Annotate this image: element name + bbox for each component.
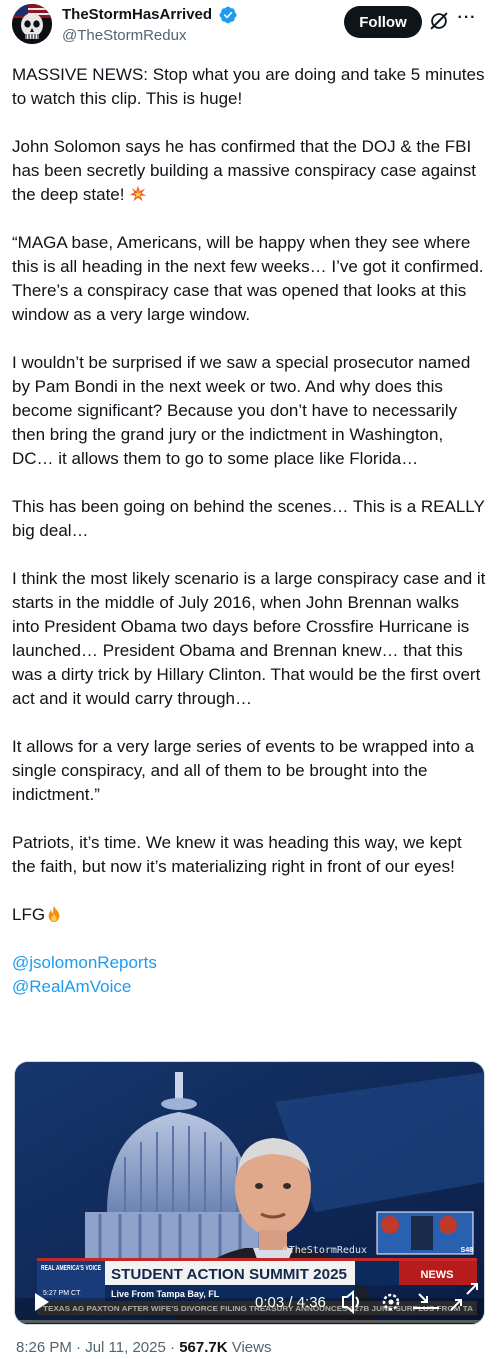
tweet-text: MASSIVE NEWS: Stop what you are doing an… xyxy=(12,63,488,999)
inset-stage-graphic xyxy=(376,1211,474,1255)
location-text: Live From Tampa Bay, FL xyxy=(111,1289,220,1299)
network-logo: REAL AMERICA'S VOICE xyxy=(41,1263,101,1272)
more-options-icon[interactable]: ··· xyxy=(455,9,479,31)
meta-separator: · xyxy=(170,1339,176,1356)
tweet-header: TheStormHasArrived @TheStormRedux Follow… xyxy=(0,0,500,56)
video-headline: STUDENT ACTION SUMMIT 2025 xyxy=(111,1266,347,1283)
tweet-paragraph: MASSIVE NEWS: Stop what you are doing an… xyxy=(12,65,485,108)
author-name[interactable]: TheStormHasArrived xyxy=(62,6,212,23)
tweet-date[interactable]: Jul 11, 2025 xyxy=(85,1339,166,1356)
video-timecode: 0:03 / 4:36 xyxy=(255,1294,326,1311)
tweet-paragraph: “MAGA base, Americans, will be happy whe… xyxy=(12,233,484,324)
news-badge: NEWS xyxy=(421,1269,454,1281)
time-badge: 5:27 PM CT xyxy=(43,1290,81,1297)
fire-emoji-icon xyxy=(48,905,60,923)
tweet-paragraph: This has been going on behind the scenes… xyxy=(12,497,485,540)
author-avatar[interactable] xyxy=(12,4,52,44)
view-count: 567.7K xyxy=(179,1339,228,1356)
grok-icon[interactable] xyxy=(428,10,450,32)
meta-separator: · xyxy=(76,1339,82,1356)
skull-flag-avatar-icon xyxy=(12,4,52,44)
tweet-paragraph: John Solomon says he has confirmed that … xyxy=(12,135,488,207)
progress-track[interactable] xyxy=(15,1320,485,1323)
verified-badge-icon xyxy=(219,6,237,24)
author-handle[interactable]: @TheStormRedux xyxy=(62,27,186,44)
tweet-paragraph: Patriots, it’s time. We knew it was head… xyxy=(12,833,462,876)
mention-link[interactable]: @jsolomonReports xyxy=(12,951,488,975)
tweet-meta: 8:26 PM · Jul 11, 2025 · 567.7K Views xyxy=(16,1339,271,1356)
tweet-paragraph-text: John Solomon says he has confirmed that … xyxy=(12,137,476,204)
progress-fill xyxy=(15,1320,21,1323)
inset-label: S48 xyxy=(461,1247,474,1254)
video-frame: S48 @TheStormRedux REAL AMERICA'S VOICE … xyxy=(15,1062,485,1324)
follow-button[interactable]: Follow xyxy=(344,6,422,38)
tweet-paragraph: It allows for a very large series of eve… xyxy=(12,737,475,804)
mention-link[interactable]: @RealAmVoice xyxy=(12,975,488,999)
views-label: Views xyxy=(231,1339,272,1356)
tweet-paragraph-text: LFG xyxy=(12,905,46,924)
collision-emoji-icon xyxy=(130,185,147,202)
mentions: @jsolomonReports @RealAmVoice xyxy=(12,951,488,999)
tweet-paragraph: I wouldn’t be surprised if we saw a spec… xyxy=(12,353,471,468)
tweet-paragraph: I think the most likely scenario is a la… xyxy=(12,569,486,708)
video-player[interactable]: S48 @TheStormRedux REAL AMERICA'S VOICE … xyxy=(14,1061,485,1325)
tweet-paragraph: LFG xyxy=(12,903,488,927)
tweet-time[interactable]: 8:26 PM xyxy=(16,1339,72,1356)
video-watermark: @TheStormRedux xyxy=(283,1245,367,1256)
